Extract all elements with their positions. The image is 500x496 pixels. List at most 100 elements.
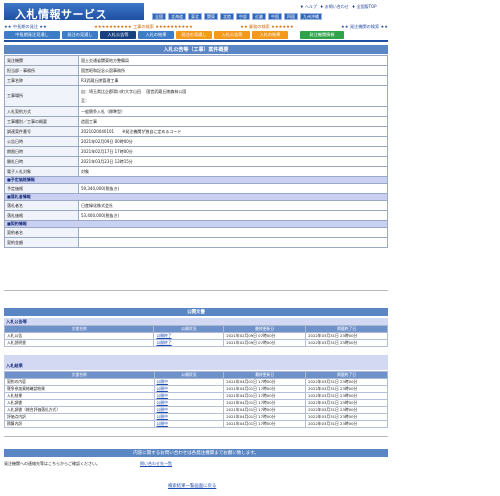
document-name: 入札結果 xyxy=(4,392,155,400)
detail-label: 電子入札対象 xyxy=(4,166,79,177)
divider xyxy=(4,436,388,437)
document-updated: 2021年04月01日 17時00分 xyxy=(223,378,307,386)
detail-value: 2021020040101 ※発注機関が独自に定めるコード xyxy=(78,126,388,137)
region-chubu[interactable]: 中部 xyxy=(236,13,250,20)
detail-row: 発注機関 国土交通省関東地方整備局 xyxy=(4,55,388,66)
contact-list-link[interactable]: 問い合わせ先一覧 xyxy=(140,461,172,467)
region-shikoku[interactable]: 四国 xyxy=(284,13,298,20)
detail-label: 契約金額 xyxy=(4,237,79,248)
detail-value xyxy=(78,237,388,248)
document-updated: 2021年04月01日 17時00分 xyxy=(223,392,307,400)
detail-label: 工事種別／工事の概要 xyxy=(4,116,79,127)
contact-link-top[interactable]: ♦ お問い合わせ xyxy=(320,4,349,10)
section-heading: ■落札者情報 xyxy=(4,193,388,201)
region-tohoku[interactable]: 東北 xyxy=(188,13,202,20)
document-updated: 2021年04月01日 17時00分 xyxy=(223,406,307,414)
detail-value: 日産緑化株式会社 xyxy=(78,200,388,211)
region-hokkaido[interactable]: 北海道 xyxy=(168,13,186,20)
contact-title: 内容に関するお問い合わせは各発注機関までお願い致します。 xyxy=(4,449,388,457)
document-end-date: 2022年03月31日 23時00分 xyxy=(305,420,388,428)
help-link[interactable]: ♦ ヘルプ xyxy=(300,4,317,10)
document-status[interactable]: 公開中 xyxy=(153,385,225,393)
detail-label: 契約者名 xyxy=(4,227,79,238)
document-status[interactable]: 公開終了 xyxy=(153,339,225,347)
document-status[interactable]: 公開中 xyxy=(153,378,225,386)
document-status[interactable]: 公開中 xyxy=(153,392,225,400)
document-name: 入札調書 xyxy=(4,399,155,407)
region-kanto[interactable]: 関東 xyxy=(204,13,218,20)
document-status[interactable]: 公開終了 xyxy=(153,332,225,340)
detail-row: 公告日時 2021年02月09日 00時00分 xyxy=(4,136,388,147)
col-status: 公開状況 xyxy=(153,371,225,379)
detail-label: 発注機関 xyxy=(4,55,79,66)
detail-value: 2021年02月09日 00時00分 xyxy=(78,136,388,147)
document-status[interactable]: 公開中 xyxy=(153,399,225,407)
detail-row: 工事種別／工事の概要 造園工事 xyxy=(4,116,388,127)
tab-service-notices[interactable]: 入札公告等 xyxy=(214,31,250,39)
detail-value: 対象 xyxy=(78,166,388,177)
region-kinki[interactable]: 近畿 xyxy=(252,13,266,20)
document-status[interactable]: 公開中 xyxy=(153,413,225,421)
section-row: ■予定価格情報 xyxy=(4,176,388,184)
tab-midterm-outlook[interactable]: 中長期発注見通し xyxy=(4,31,60,39)
site-logo-text: 入札情報サービス xyxy=(15,8,107,21)
document-row: 入札調書（総合評価落札方式） 公開中 2021年04月01日 17時00分 2022年… xyxy=(4,406,388,414)
contact-text: 発注機関への連絡先等はこちらからご確認ください。 xyxy=(4,461,100,466)
detail-label: 落札価格 xyxy=(4,210,79,221)
detail-value: 国土交通省関東地方整備局 xyxy=(78,55,388,66)
tab-construction-results[interactable]: 入札の結果 xyxy=(138,31,174,39)
detail-label: 担当部・事務所 xyxy=(4,65,79,76)
document-name: 入札公告 xyxy=(3,332,155,340)
tab-service-results[interactable]: 入札の結果 xyxy=(252,31,288,39)
results-heading: 入札結果 xyxy=(4,355,388,370)
tab-construction-outlook[interactable]: 発注の見通し xyxy=(62,31,98,39)
document-updated: 2021年04月01日 17時00分 xyxy=(223,385,307,393)
divider xyxy=(4,290,388,291)
document-end-date: 2022年03月31日 23時00分 xyxy=(305,392,388,400)
search-category-row: ★★ 中長期の発注 ★★ ★★★★★★★★★★ 工事の検索 ★★★★★★★★★★… xyxy=(4,24,388,30)
national-top-link[interactable]: ♦ 全国版TOP xyxy=(352,4,377,10)
detail-value: 一般競争入札（標準型） xyxy=(78,106,388,117)
section-row: ■契約情報 xyxy=(4,220,388,228)
document-updated: 2021年02月09日 07時00分 xyxy=(223,339,307,347)
detail-row: 契約者名 xyxy=(4,227,388,238)
search-tabs: 中長期発注見通し 発注の見通し 入札公告等 入札の結果 発注の見通し 入札公告等… xyxy=(4,31,388,39)
top-links: ♦ ヘルプ ♦ お問い合わせ ♦ 全国版TOP xyxy=(300,4,390,10)
region-hokuriku[interactable]: 北陸 xyxy=(220,13,234,20)
document-row: 積算内訳 公開中 2021年04月01日 17時00分 2022年03月31日 23時… xyxy=(4,420,388,428)
detail-value: 59,340,000(税抜き) xyxy=(78,183,388,194)
region-kyushu[interactable]: 九州沖縄 xyxy=(300,13,322,20)
detail-value: 国営昭和記念公園事務所 xyxy=(78,65,388,76)
col-doc-name: 文書名称 xyxy=(4,371,155,379)
detail-row: 落札者名 日産緑化株式会社 xyxy=(4,200,388,211)
document-status[interactable]: 公開中 xyxy=(153,406,225,414)
detail-value: 2021年03月23日 13時15分 xyxy=(78,156,388,167)
document-name: 入札調書（総合評価落札方式） xyxy=(4,406,155,414)
back-to-results-link[interactable]: 検索結果一覧画面に戻る xyxy=(168,483,216,489)
document-end-date: 2022年03月31日 23時00分 xyxy=(305,339,388,347)
region-zenkoku[interactable]: 全国 xyxy=(152,13,166,20)
document-name: 競争参加資格確認結果 xyxy=(4,385,155,393)
detail-row: 電子入札対象 対象 xyxy=(4,166,388,177)
detail-label: 期限日時 xyxy=(4,146,79,157)
region-chugoku[interactable]: 中国 xyxy=(268,13,282,20)
tab-construction-notices[interactable]: 入札公告等 xyxy=(100,31,136,39)
detail-row: 工事名称 R3武蔵丘陵管理工事 xyxy=(4,75,388,86)
detail-label: 調達案件番号 xyxy=(4,126,79,137)
document-row: 契約の内容 公開中 2021年04月01日 17時00分 2022年03月31日 23… xyxy=(4,378,388,386)
detail-title: 入札公告等（工事）案件概要 xyxy=(4,45,388,54)
section-heading: ■予定価格情報 xyxy=(4,176,388,184)
document-row: 入札公告 公開終了 2021年02月09日 07時00分 2022年03月31日 23… xyxy=(3,332,388,340)
detail-value: 2021年02月17日 17時00分 xyxy=(78,146,388,157)
document-end-date: 2022年03月31日 23時00分 xyxy=(305,406,388,414)
col-end: 掲載終了日 xyxy=(305,371,388,379)
tab-service-outlook[interactable]: 発注の見通し xyxy=(176,31,212,39)
section-heading: ■契約情報 xyxy=(4,220,388,228)
document-row: 競争参加資格確認結果 公開中 2021年04月01日 17時00分 2022年03月3… xyxy=(4,385,388,393)
detail-row: 担当部・事務所 国営昭和記念公園事務所 xyxy=(4,65,388,76)
midterm-search-label: ★★ 中長期の発注 ★★ xyxy=(4,24,47,29)
document-end-date: 2022年03月31日 23時00分 xyxy=(305,385,388,393)
tab-agency-info[interactable]: 発注機関情報 xyxy=(300,31,344,39)
document-status[interactable]: 公開中 xyxy=(153,420,225,428)
document-name: 評価点内訳 xyxy=(4,413,155,421)
